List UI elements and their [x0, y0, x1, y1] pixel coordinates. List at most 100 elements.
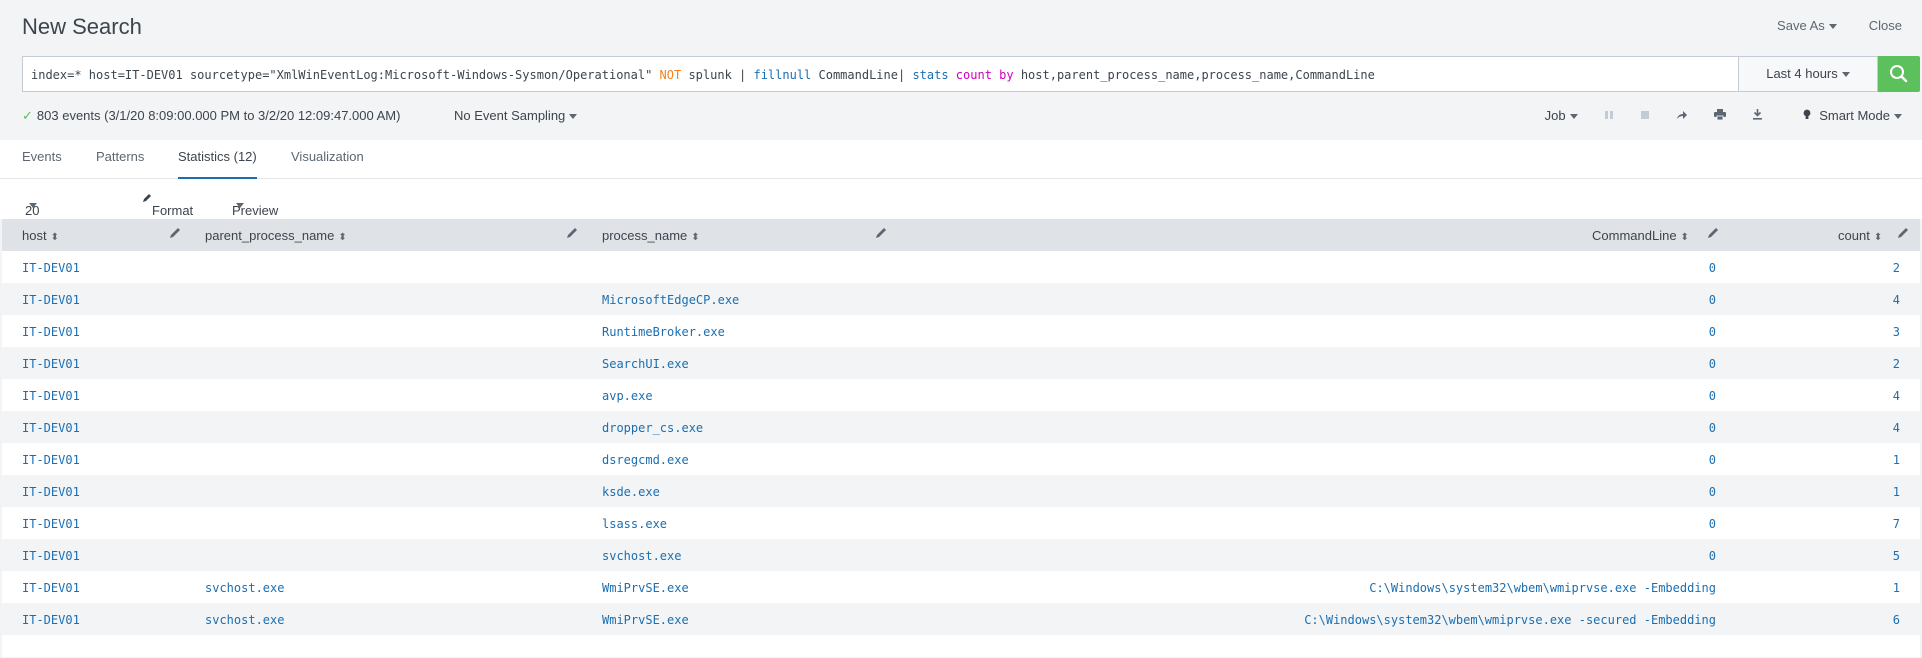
table-cell-process-name[interactable]: WmiPrvSE.exe	[602, 613, 689, 627]
column-label: host	[22, 228, 47, 243]
table-cell-count[interactable]: 2	[1893, 357, 1900, 371]
table-cell-host[interactable]: IT-DEV01	[22, 421, 80, 435]
table-cell-process-name[interactable]: RuntimeBroker.exe	[602, 325, 725, 339]
table-cell-count[interactable]: 1	[1893, 453, 1900, 467]
format-button[interactable]: Format	[142, 191, 193, 218]
edit-column-icon[interactable]	[168, 226, 182, 240]
tab-patterns[interactable]: Patterns	[96, 149, 144, 177]
tab-visualization[interactable]: Visualization	[291, 149, 364, 177]
table-cell-count[interactable]: 2	[1893, 261, 1900, 275]
table-cell-commandline[interactable]: 0	[1709, 485, 1716, 499]
column-header-process-name[interactable]: process_name ⬍	[602, 228, 700, 243]
search-icon	[1890, 65, 1908, 83]
sort-icon: ⬍	[691, 232, 700, 243]
column-header-count[interactable]: count ⬍	[1838, 228, 1882, 243]
chevron-down-icon	[1828, 24, 1837, 30]
search-mode-label: Smart Mode	[1819, 108, 1890, 123]
table-row: IT-DEV01 RuntimeBroker.exe 0 3	[2, 315, 1920, 347]
edit-column-icon[interactable]	[874, 226, 888, 240]
table-cell-process-name[interactable]: dropper_cs.exe	[602, 421, 703, 435]
table-cell-commandline[interactable]: C:\Windows\system32\wbem\wmiprvse.exe -E…	[1369, 581, 1716, 595]
table-cell-commandline[interactable]: 0	[1709, 517, 1716, 531]
share-button[interactable]	[1676, 108, 1688, 123]
table-cell-process-name[interactable]: MicrosoftEdgeCP.exe	[602, 293, 739, 307]
table-cell-host[interactable]: IT-DEV01	[22, 357, 80, 371]
table-header: host ⬍ parent_process_name ⬍ process_name ⬍…	[2, 219, 1920, 251]
search-input[interactable]: index=* host=IT-DEV01 sourcetype="XmlWin…	[22, 56, 1738, 92]
table-cell-commandline[interactable]: 0	[1709, 261, 1716, 275]
table-cell-count[interactable]: 3	[1893, 325, 1900, 339]
table-cell-commandline[interactable]: C:\Windows\system32\wbem\wmiprvse.exe -s…	[1304, 613, 1716, 627]
pencil-icon	[143, 194, 151, 202]
search-button[interactable]	[1878, 56, 1920, 92]
table-cell-host[interactable]: IT-DEV01	[22, 517, 80, 531]
stop-button[interactable]	[1640, 108, 1650, 123]
table-cell-parent-process-name[interactable]: svchost.exe	[205, 613, 284, 627]
edit-column-icon[interactable]	[565, 226, 579, 240]
table-cell-host[interactable]: IT-DEV01	[22, 389, 80, 403]
query-token: stats	[912, 68, 949, 82]
table-cell-commandline[interactable]: 0	[1709, 549, 1716, 563]
table-row: IT-DEV01 SearchUI.exe 0 2	[2, 347, 1920, 379]
column-label: CommandLine	[1592, 228, 1677, 243]
page-title: New Search	[22, 14, 142, 39]
edit-column-icon[interactable]	[1706, 226, 1720, 240]
table-cell-count[interactable]: 5	[1893, 549, 1900, 563]
table-cell-host[interactable]: IT-DEV01	[22, 549, 80, 563]
column-header-host[interactable]: host ⬍	[22, 228, 59, 243]
download-icon	[1752, 109, 1762, 120]
column-header-commandline[interactable]: CommandLine ⬍	[1592, 228, 1689, 243]
close-button[interactable]: Close	[1869, 18, 1902, 33]
time-range-picker[interactable]: Last 4 hours	[1738, 56, 1878, 92]
table-cell-parent-process-name[interactable]: svchost.exe	[205, 581, 284, 595]
table-cell-process-name[interactable]: ksde.exe	[602, 485, 660, 499]
table-cell-host[interactable]: IT-DEV01	[22, 261, 80, 275]
table-cell-host[interactable]: IT-DEV01	[22, 485, 80, 499]
table-cell-process-name[interactable]: WmiPrvSE.exe	[602, 581, 689, 595]
chevron-down-icon	[569, 114, 578, 120]
table-cell-host[interactable]: IT-DEV01	[22, 325, 80, 339]
bulb-icon	[1803, 109, 1810, 119]
table-cell-count[interactable]: 4	[1893, 421, 1900, 435]
table-cell-commandline[interactable]: 0	[1709, 357, 1716, 371]
edit-column-icon[interactable]	[1896, 226, 1910, 240]
column-header-parent-process-name[interactable]: parent_process_name ⬍	[205, 228, 347, 243]
table-cell-count[interactable]: 1	[1893, 485, 1900, 499]
table-cell-count[interactable]: 4	[1893, 389, 1900, 403]
table-row: IT-DEV01 svchost.exe 0 5	[2, 539, 1920, 571]
pause-button[interactable]	[1604, 108, 1614, 123]
print-button[interactable]	[1713, 108, 1726, 123]
table-cell-commandline[interactable]: 0	[1709, 325, 1716, 339]
save-as-menu[interactable]: Save As	[1777, 18, 1837, 33]
column-label: parent_process_name	[205, 228, 335, 243]
column-label: process_name	[602, 228, 688, 243]
job-controls: Job Smart Mode	[1519, 108, 1902, 123]
chevron-down-icon	[1841, 72, 1850, 78]
tab-events[interactable]: Events	[22, 149, 62, 177]
table-cell-process-name[interactable]: svchost.exe	[602, 549, 681, 563]
table-cell-host[interactable]: IT-DEV01	[22, 613, 80, 627]
job-menu[interactable]: Job	[1545, 108, 1578, 123]
event-sampling-dropdown[interactable]: No Event Sampling	[454, 108, 578, 123]
table-cell-host[interactable]: IT-DEV01	[22, 293, 80, 307]
table-cell-host[interactable]: IT-DEV01	[22, 581, 80, 595]
table-cell-commandline[interactable]: 0	[1709, 389, 1716, 403]
table-cell-count[interactable]: 6	[1893, 613, 1900, 627]
table-row: IT-DEV01 0 2	[2, 251, 1920, 283]
table-cell-commandline[interactable]: 0	[1709, 293, 1716, 307]
search-mode-menu[interactable]: Smart Mode	[1803, 108, 1902, 123]
table-cell-count[interactable]: 7	[1893, 517, 1900, 531]
table-cell-process-name[interactable]: lsass.exe	[602, 517, 667, 531]
table-cell-process-name[interactable]: avp.exe	[602, 389, 653, 403]
table-cell-commandline[interactable]: 0	[1709, 453, 1716, 467]
table-cell-process-name[interactable]: dsregcmd.exe	[602, 453, 689, 467]
save-as-label: Save As	[1777, 18, 1825, 33]
tab-statistics[interactable]: Statistics (12)	[178, 149, 257, 180]
table-cell-count[interactable]: 4	[1893, 293, 1900, 307]
export-button[interactable]	[1752, 108, 1763, 123]
table-cell-commandline[interactable]: 0	[1709, 421, 1716, 435]
table-cell-process-name[interactable]: SearchUI.exe	[602, 357, 689, 371]
job-label: Job	[1544, 108, 1566, 123]
table-cell-count[interactable]: 1	[1893, 581, 1900, 595]
table-cell-host[interactable]: IT-DEV01	[22, 453, 80, 467]
